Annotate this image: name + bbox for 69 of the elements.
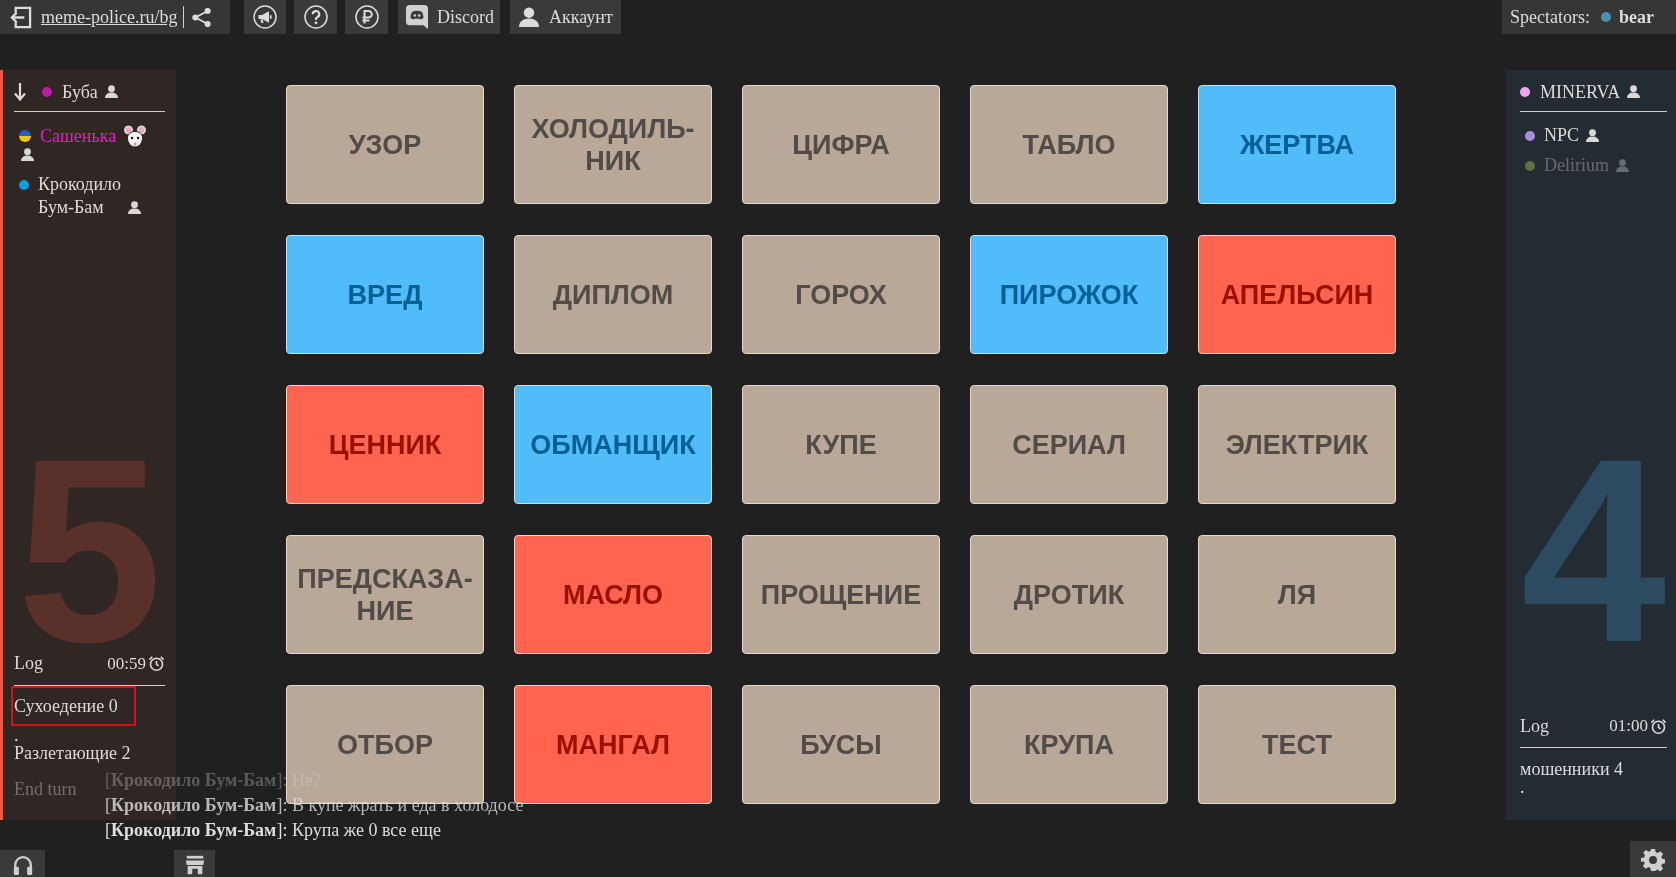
site-link[interactable]: meme-police.ru/bg xyxy=(41,6,178,28)
player-name: Delirium xyxy=(1544,154,1609,177)
down-arrow-icon xyxy=(14,83,26,101)
speech-bubble-icon xyxy=(406,5,428,29)
word-card[interactable]: КРУПА xyxy=(970,685,1168,804)
player-name: Сашенька xyxy=(40,125,117,148)
word-card[interactable]: ПРЕДСКАЗА-НИЕ xyxy=(286,535,484,654)
alarm-clock-icon xyxy=(1650,717,1667,735)
word-card[interactable]: ПРОЩЕНИЕ xyxy=(742,535,940,654)
back-arrow-icon[interactable] xyxy=(9,5,32,29)
word-card[interactable]: ТЕСТ xyxy=(1198,685,1396,804)
spectator-name: bear xyxy=(1619,6,1654,28)
spectators-label: Spectators: xyxy=(1510,6,1590,28)
settings-icon xyxy=(1641,848,1665,872)
word-card[interactable]: ТАБЛО xyxy=(970,85,1168,204)
account-button[interactable]: Аккаунт xyxy=(510,0,621,34)
word-card[interactable]: ГОРОХ xyxy=(742,235,940,354)
log-entry: мошенники 4 xyxy=(1520,760,1624,778)
person-icon xyxy=(104,84,118,98)
player-name: NPC xyxy=(1544,124,1579,147)
word-card[interactable]: АПЕЛЬСИН xyxy=(1198,235,1396,354)
headphones-icon xyxy=(11,854,34,876)
store-button[interactable] xyxy=(174,850,215,877)
log-label: Log xyxy=(14,653,43,675)
word-card[interactable]: ЖЕРТВА xyxy=(1198,85,1396,204)
ruble-icon xyxy=(354,5,379,29)
log-entry: . xyxy=(14,726,19,745)
word-card[interactable]: ОБМАНЩИК xyxy=(514,385,712,504)
word-card[interactable]: ПИРОЖОК xyxy=(970,235,1168,354)
word-card[interactable]: ДРОТИК xyxy=(970,535,1168,654)
person-icon xyxy=(21,148,34,161)
headphones-button[interactable] xyxy=(0,850,45,877)
share-icon[interactable] xyxy=(191,6,213,28)
help-icon xyxy=(303,5,328,29)
person-icon xyxy=(1627,84,1641,98)
word-card[interactable]: МАСЛО xyxy=(514,535,712,654)
help-button[interactable] xyxy=(294,0,337,34)
player-name: Буба xyxy=(62,81,98,103)
word-card[interactable]: УЗОР xyxy=(286,85,484,204)
log-entry: . xyxy=(1520,778,1525,796)
person-icon xyxy=(128,201,142,214)
log-label: Log xyxy=(1520,715,1549,737)
word-card[interactable]: ЦИФРА xyxy=(742,85,940,204)
person-icon xyxy=(1586,129,1599,142)
megaphone-button[interactable] xyxy=(244,0,286,34)
chat-message: [Крокодило Бум-Бам]: Крупа же 0 все еще xyxy=(105,820,442,841)
storefront-icon xyxy=(183,854,206,876)
word-card[interactable]: ДИПЛОМ xyxy=(514,235,712,354)
alarm-clock-icon xyxy=(148,655,165,673)
word-card[interactable]: ВРЕД xyxy=(286,235,484,354)
settings-button[interactable] xyxy=(1630,841,1676,877)
player-name: MINERVA xyxy=(1540,81,1621,103)
word-card[interactable]: БУСЫ xyxy=(742,685,940,804)
ruble-button[interactable] xyxy=(345,0,388,34)
turn-timer: 00:59 xyxy=(107,653,146,674)
player-name: Крокодило Бум-Бам xyxy=(38,173,122,219)
megaphone-icon xyxy=(253,5,277,29)
word-card[interactable]: ЭЛЕКТРИК xyxy=(1198,385,1396,504)
log-entry: Сухоедение 0 xyxy=(11,686,136,727)
word-card[interactable]: КУПЕ xyxy=(742,385,940,504)
word-card[interactable]: ЦЕННИК xyxy=(286,385,484,504)
person-icon xyxy=(519,7,539,27)
word-card[interactable]: ЛЯ xyxy=(1198,535,1396,654)
word-card[interactable]: СЕРИАЛ xyxy=(970,385,1168,504)
word-card[interactable]: ХОЛОДИЛЬ-НИК xyxy=(514,85,712,204)
discord-button[interactable]: Discord xyxy=(398,0,500,34)
log-entry: Разлетающие 2 xyxy=(14,744,131,763)
person-icon xyxy=(1616,159,1629,172)
turn-timer: 01:00 xyxy=(1609,716,1648,736)
